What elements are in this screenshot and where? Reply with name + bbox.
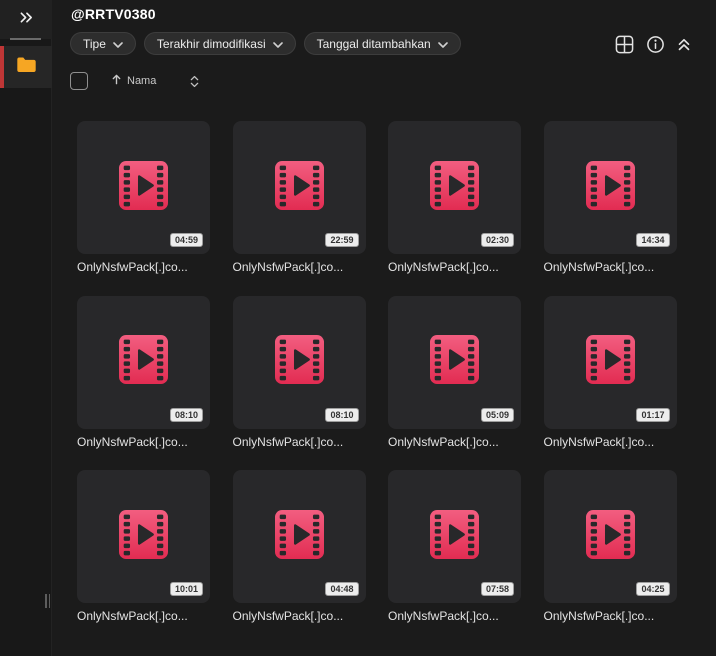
duration-badge: 04:48 bbox=[325, 582, 359, 596]
file-name: OnlyNsfwPack[.]co... bbox=[388, 434, 499, 449]
video-file-icon bbox=[119, 335, 168, 389]
filter-chip-date-added[interactable]: Tanggal ditambahkan bbox=[303, 32, 461, 55]
file-thumbnail: 10:01 bbox=[77, 470, 210, 603]
info-icon[interactable] bbox=[646, 35, 665, 54]
sidebar-resize-handle[interactable] bbox=[45, 594, 50, 608]
filter-chip-type[interactable]: Tipe bbox=[70, 32, 136, 55]
duration-badge: 10:01 bbox=[169, 582, 203, 596]
file-thumbnail: 01:17 bbox=[543, 295, 677, 429]
arrow-up-icon bbox=[111, 72, 122, 90]
video-file-icon bbox=[274, 335, 324, 389]
file-card[interactable]: 02:30 OnlyNsfwPack[.]co... bbox=[388, 121, 521, 274]
file-thumbnail: 08:10 bbox=[232, 295, 366, 429]
file-name: OnlyNsfwPack[.]co... bbox=[388, 260, 499, 274]
video-file-icon bbox=[119, 160, 168, 215]
file-name: OnlyNsfwPack[.]co... bbox=[77, 260, 188, 274]
video-file-icon bbox=[119, 509, 168, 564]
sort-label: Nama bbox=[127, 75, 157, 87]
filter-chip-label: Tanggal ditambahkan bbox=[316, 36, 431, 51]
sidebar-divider bbox=[10, 38, 41, 40]
collapse-all-icon[interactable] bbox=[677, 37, 691, 52]
file-card[interactable]: 04:59 OnlyNsfwPack[.]co... bbox=[77, 121, 210, 274]
file-thumbnail: 07:58 bbox=[388, 470, 521, 603]
file-thumbnail: 04:25 bbox=[543, 470, 677, 603]
file-name: OnlyNsfwPack[.]co... bbox=[232, 260, 344, 274]
file-thumbnail: 04:59 bbox=[77, 121, 210, 254]
file-name: OnlyNsfwPack[.]co... bbox=[543, 260, 655, 274]
duration-badge: 22:59 bbox=[325, 233, 359, 247]
video-file-icon bbox=[585, 160, 635, 215]
file-name: OnlyNsfwPack[.]co... bbox=[232, 609, 344, 623]
folder-icon bbox=[16, 56, 37, 79]
duration-badge: 02:30 bbox=[480, 233, 514, 247]
file-thumbnail: 02:30 bbox=[388, 121, 521, 254]
video-file-icon bbox=[585, 335, 635, 389]
duration-badge: 08:10 bbox=[325, 407, 359, 422]
file-name: OnlyNsfwPack[.]co... bbox=[232, 434, 344, 449]
file-card[interactable]: 04:48 OnlyNsfwPack[.]co... bbox=[232, 470, 366, 623]
duration-badge: 01:17 bbox=[636, 407, 670, 422]
file-grid: 04:59 OnlyNsfwPack[.]co... 22:59 OnlyNsf… bbox=[77, 121, 677, 623]
file-card[interactable]: 08:10 OnlyNsfwPack[.]co... bbox=[77, 295, 210, 449]
file-card[interactable]: 05:09 OnlyNsfwPack[.]co... bbox=[388, 295, 521, 449]
file-name: OnlyNsfwPack[.]co... bbox=[388, 609, 499, 623]
file-card[interactable]: 04:25 OnlyNsfwPack[.]co... bbox=[543, 470, 677, 623]
file-name: OnlyNsfwPack[.]co... bbox=[543, 609, 655, 623]
chevron-down-icon bbox=[272, 37, 283, 51]
duration-badge: 07:58 bbox=[480, 582, 514, 596]
sidebar-expand-button[interactable] bbox=[0, 0, 52, 39]
file-thumbnail: 04:48 bbox=[232, 470, 366, 603]
page-title: @RRTV0380 bbox=[71, 6, 156, 22]
selection-indicator bbox=[0, 46, 4, 88]
video-file-icon bbox=[430, 160, 479, 215]
duration-badge: 08:10 bbox=[169, 407, 203, 422]
file-card[interactable]: 14:34 OnlyNsfwPack[.]co... bbox=[543, 121, 677, 274]
list-header: Nama bbox=[70, 71, 199, 91]
grid-view-icon[interactable] bbox=[615, 35, 634, 54]
sort-by-name[interactable]: Nama bbox=[111, 72, 156, 90]
file-card[interactable]: 07:58 OnlyNsfwPack[.]co... bbox=[388, 470, 521, 623]
filter-chip-label: Terakhir dimodifikasi bbox=[156, 36, 266, 51]
duration-badge: 05:09 bbox=[480, 407, 514, 422]
duration-badge: 04:59 bbox=[169, 233, 203, 247]
file-name: OnlyNsfwPack[.]co... bbox=[77, 434, 188, 449]
video-file-icon bbox=[430, 335, 479, 389]
video-file-icon bbox=[274, 509, 324, 564]
file-thumbnail: 05:09 bbox=[388, 295, 521, 429]
video-file-icon bbox=[585, 509, 635, 564]
chevron-down-icon bbox=[113, 37, 123, 51]
file-card[interactable]: 10:01 OnlyNsfwPack[.]co... bbox=[77, 470, 210, 623]
file-name: OnlyNsfwPack[.]co... bbox=[77, 609, 188, 623]
header-actions bbox=[615, 33, 691, 55]
file-name: OnlyNsfwPack[.]co... bbox=[543, 434, 655, 449]
sidebar bbox=[0, 0, 52, 656]
file-card[interactable]: 08:10 OnlyNsfwPack[.]co... bbox=[232, 295, 366, 449]
duration-badge: 14:34 bbox=[636, 233, 670, 247]
filter-chip-last-modified[interactable]: Terakhir dimodifikasi bbox=[143, 32, 296, 55]
filter-bar: Tipe Terakhir dimodifikasi Tanggal ditam… bbox=[70, 32, 461, 55]
duration-badge: 04:25 bbox=[636, 582, 670, 596]
main-content: @RRTV0380 Tipe Terakhir dimodifikasi Tan… bbox=[53, 0, 716, 656]
file-card[interactable]: 01:17 OnlyNsfwPack[.]co... bbox=[543, 295, 677, 449]
file-thumbnail: 08:10 bbox=[77, 295, 210, 429]
file-thumbnail: 14:34 bbox=[543, 121, 677, 254]
chevron-down-icon bbox=[437, 37, 448, 51]
file-card[interactable]: 22:59 OnlyNsfwPack[.]co... bbox=[232, 121, 366, 274]
filter-chip-label: Tipe bbox=[83, 36, 106, 51]
file-thumbnail: 22:59 bbox=[232, 121, 366, 254]
select-all-checkbox[interactable] bbox=[70, 72, 88, 90]
video-file-icon bbox=[430, 509, 479, 564]
video-file-icon bbox=[274, 160, 324, 215]
chevrons-right-icon bbox=[19, 11, 34, 29]
sidebar-item-folder[interactable] bbox=[0, 46, 52, 88]
sort-order-toggle-icon[interactable] bbox=[190, 75, 199, 88]
